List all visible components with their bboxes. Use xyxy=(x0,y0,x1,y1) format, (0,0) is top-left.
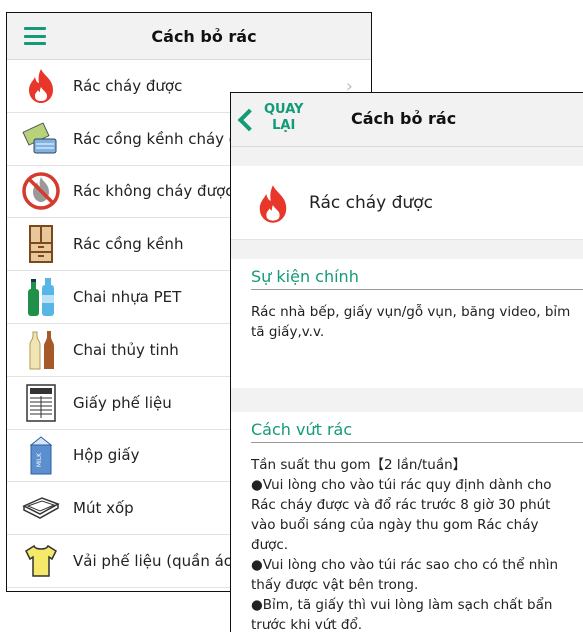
carton-label: MILK xyxy=(36,452,43,467)
disposal-line: ●Vui lòng cho vào túi rác quy định dành … xyxy=(251,477,552,553)
back-label-line2: LẠI xyxy=(272,118,296,133)
detail-header: QUAY LẠI Cách bỏ rác xyxy=(231,93,583,147)
list-header: Cách bỏ rác xyxy=(7,13,371,60)
newspaper-icon xyxy=(21,383,61,423)
detail-title: Cách bỏ rác xyxy=(351,109,457,128)
disposal-line: Tần suất thu gom【2 lần/tuần】 xyxy=(251,457,467,473)
disposal-line: ●Vui lòng cho vào túi rác sao cho có thể… xyxy=(251,557,559,593)
disposal-line: ●Bỉm, tã giấy thì vui lòng làm sạch chất… xyxy=(251,597,553,632)
disposal-method-section: Cách vứt rác Tần suất thu gom【2 lần/tuần… xyxy=(231,412,583,632)
fire-icon xyxy=(21,66,61,106)
glass-bottle-icon xyxy=(21,330,61,370)
list-title: Cách bỏ rác xyxy=(151,27,257,46)
separator-band xyxy=(231,147,583,166)
section-title-main-items: Sự kiện chính xyxy=(251,259,583,290)
list-item-label: Giấy phế liệu xyxy=(73,393,172,412)
main-items-section: Sự kiện chính Rác nhà bếp, giấy vụn/gỗ v… xyxy=(231,259,583,342)
list-item-label: Chai thủy tinh xyxy=(73,340,179,359)
pet-bottle-icon xyxy=(21,277,61,317)
shirt-icon xyxy=(21,541,61,581)
list-item-label: Hộp giấy xyxy=(73,446,140,465)
back-label-line1: QUAY xyxy=(264,102,304,117)
separator-band xyxy=(231,240,583,259)
chevron-left-icon xyxy=(237,108,261,132)
fire-icon xyxy=(253,183,293,223)
list-item-label: Rác không cháy được xyxy=(73,182,234,201)
category-header: Rác cháy được xyxy=(231,166,583,240)
foam-tray-icon xyxy=(21,488,61,528)
list-item-label: Mút xốp xyxy=(73,499,134,518)
non-burnable-icon xyxy=(21,171,61,211)
section-body-main-items: Rác nhà bếp, giấy vụn/gỗ vụn, băng video… xyxy=(251,304,571,340)
section-title-disposal-method: Cách vứt rác xyxy=(251,412,583,443)
separator-band xyxy=(231,388,583,412)
category-name: Rác cháy được xyxy=(309,192,433,213)
section-body-disposal-method: Tần suất thu gom【2 lần/tuần】 ●Vui lòng c… xyxy=(251,443,583,632)
waste-detail-screen: QUAY LẠI Cách bỏ rác Rác cháy được Sự ki… xyxy=(230,92,583,632)
list-item-label: Rác cồng kềnh xyxy=(73,235,184,254)
bulky-burnable-icon xyxy=(21,119,61,159)
back-button-label: QUAY LẠI xyxy=(264,102,303,134)
milk-carton-icon: MILK xyxy=(21,435,61,475)
back-button[interactable]: QUAY LẠI xyxy=(237,99,317,141)
cabinet-icon xyxy=(21,224,61,264)
list-item-label: Rác cháy được xyxy=(73,76,183,95)
list-item-label: Chai nhựa PET xyxy=(73,288,182,307)
